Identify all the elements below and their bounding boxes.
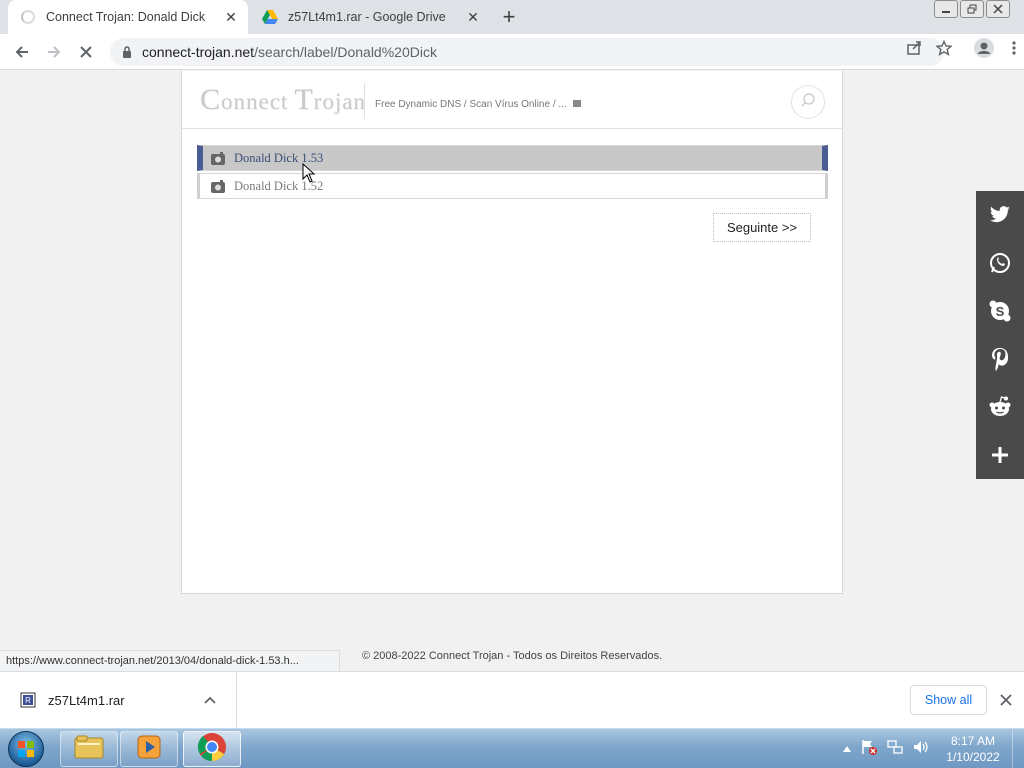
toolbar-right	[906, 38, 1016, 63]
stop-loading-icon[interactable]	[74, 40, 98, 64]
tab-title: z57Lt4m1.rar - Google Drive	[288, 10, 446, 24]
site-tagline: Free Dynamic DNS / Scan Vírus Online / .…	[375, 99, 581, 110]
bookmark-star-icon[interactable]	[935, 39, 953, 61]
tab-title: Connect Trojan: Donald Dick	[46, 10, 206, 24]
footer-copyright: © 2008-2022 Connect Trojan - Todos os Di…	[362, 650, 663, 662]
svg-text:R: R	[25, 696, 31, 705]
taskbar-clock[interactable]: 8:17 AM 1/10/2022	[940, 733, 1006, 765]
list-item[interactable]: Donald Dick 1.53	[197, 145, 828, 171]
reddit-icon[interactable]	[976, 383, 1024, 431]
chrome-taskbar-button[interactable]	[183, 731, 241, 767]
browser-toolbar: connect-trojan.net/search/label/Donald%2…	[0, 34, 1024, 70]
windows-taskbar: 8:17 AM 1/10/2022	[0, 728, 1024, 768]
media-player-taskbar-button[interactable]	[120, 731, 178, 767]
minimize-button[interactable]	[934, 0, 958, 18]
rar-file-icon: R	[20, 692, 36, 708]
show-desktop-button[interactable]	[1012, 729, 1024, 768]
tab-close-button[interactable]: ✕	[462, 6, 484, 28]
site-header: Connect Trojan Free Dynamic DNS / Scan Ví…	[182, 71, 842, 129]
pinterest-icon[interactable]	[976, 335, 1024, 383]
lock-icon[interactable]	[120, 46, 134, 58]
chrome-icon	[197, 732, 227, 767]
clock-time: 8:17 AM	[950, 734, 996, 748]
plus-icon[interactable]	[976, 431, 1024, 479]
new-tab-button[interactable]: +	[498, 4, 520, 29]
tab-close-button[interactable]: ✕	[220, 6, 242, 28]
next-page-button[interactable]: Seguinte >>	[713, 213, 811, 242]
search-icon	[800, 92, 816, 113]
skype-icon[interactable]: S	[976, 287, 1024, 335]
tray-expand-icon[interactable]	[842, 740, 852, 758]
explorer-taskbar-button[interactable]	[60, 731, 118, 767]
header-divider	[364, 83, 365, 119]
close-icon[interactable]	[996, 690, 1016, 710]
camera-icon	[211, 179, 225, 193]
restore-button[interactable]	[960, 0, 984, 18]
site-container: Connect Trojan Free Dynamic DNS / Scan Ví…	[181, 71, 843, 594]
twitter-icon[interactable]	[976, 191, 1024, 239]
address-bar[interactable]: connect-trojan.net/search/label/Donald%2…	[110, 38, 944, 66]
google-drive-icon	[262, 9, 278, 25]
list-item[interactable]: Donald Dick 1.52	[197, 173, 828, 199]
svg-text:S: S	[996, 304, 1005, 319]
menu-kebab-icon[interactable]	[1012, 40, 1016, 61]
url-domain: connect-trojan.net	[142, 44, 255, 60]
site-search-button[interactable]	[791, 85, 825, 119]
show-all-downloads-button[interactable]: Show all	[910, 685, 987, 715]
download-bar: R z57Lt4m1.rar Show all	[0, 671, 1024, 728]
link-status-bar: https://www.connect-trojan.net/2013/04/d…	[0, 650, 340, 672]
window-close-button[interactable]	[986, 0, 1010, 18]
post-list: Donald Dick 1.53 Donald Dick 1.52	[197, 145, 828, 201]
camera-icon	[211, 151, 225, 165]
windows-logo-icon	[8, 731, 44, 767]
tagline-text[interactable]: Free Dynamic DNS / Scan Vírus Online / .…	[375, 99, 567, 110]
profile-avatar-icon[interactable]	[974, 38, 994, 63]
system-tray	[842, 729, 930, 768]
page-viewport: Connect Trojan Free Dynamic DNS / Scan Ví…	[0, 71, 1024, 672]
volume-icon[interactable]	[912, 738, 930, 761]
tab-strip: Connect Trojan: Donald Dick ✕ z57Lt4m1.r…	[0, 0, 1024, 34]
tab-connect-trojan[interactable]: Connect Trojan: Donald Dick ✕	[8, 0, 248, 34]
download-item[interactable]: R z57Lt4m1.rar	[0, 672, 237, 728]
network-icon[interactable]	[886, 738, 904, 761]
whatsapp-icon[interactable]	[976, 239, 1024, 287]
back-arrow-icon[interactable]	[10, 40, 34, 64]
social-share-bar: S	[976, 191, 1024, 479]
site-logo[interactable]: Connect Trojan	[200, 83, 366, 117]
folder-icon	[74, 734, 104, 765]
url-path: /search/label/Donald%20Dick	[254, 44, 437, 60]
folder-icon	[572, 99, 581, 110]
action-center-flag-icon[interactable]	[860, 738, 878, 761]
window-controls	[934, 0, 1010, 18]
download-file-name: z57Lt4m1.rar	[48, 692, 125, 708]
clock-date: 1/10/2022	[946, 750, 1000, 764]
start-button[interactable]	[6, 730, 46, 768]
share-page-icon[interactable]	[906, 40, 922, 61]
media-player-icon	[136, 734, 162, 765]
loading-spinner-icon	[20, 9, 36, 25]
forward-arrow-icon[interactable]	[42, 40, 66, 64]
tab-google-drive[interactable]: z57Lt4m1.rar - Google Drive ✕	[250, 0, 490, 34]
address-url: connect-trojan.net/search/label/Donald%2…	[142, 44, 437, 60]
mouse-cursor-icon	[302, 162, 316, 183]
chevron-up-icon[interactable]	[200, 696, 220, 704]
